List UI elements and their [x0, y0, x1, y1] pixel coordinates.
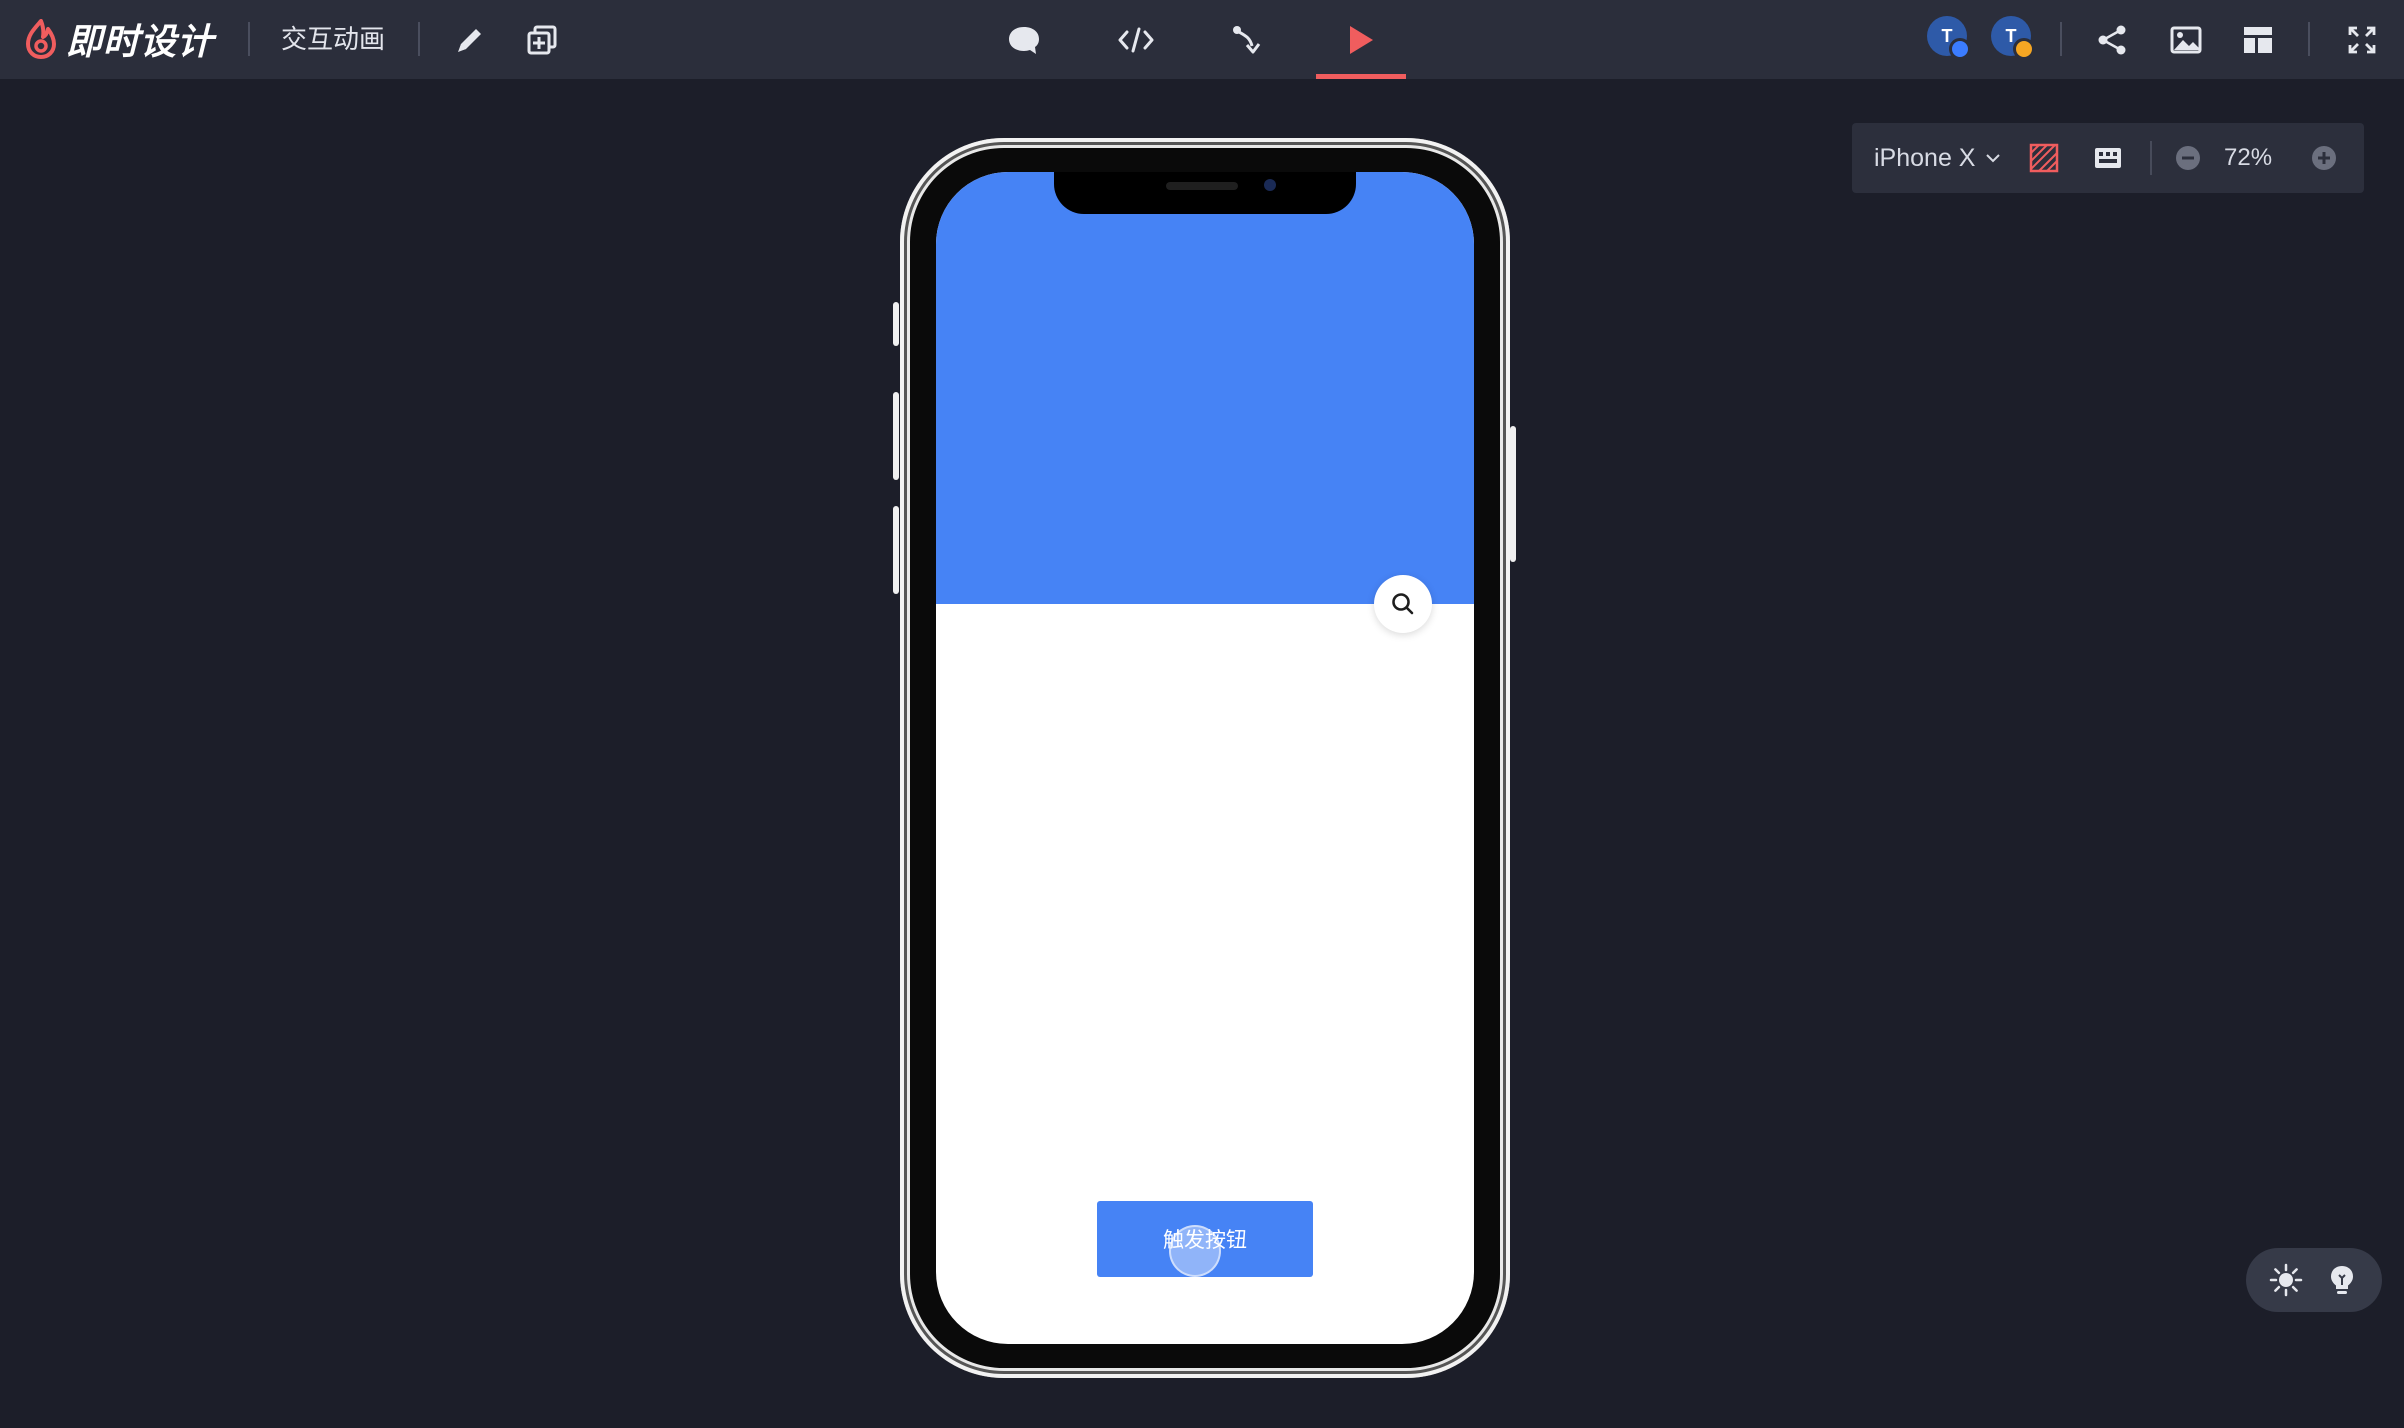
lightbulb-icon	[2331, 1266, 2353, 1294]
divider	[248, 22, 250, 56]
layout-icon	[2244, 27, 2272, 53]
online-status-dot	[1949, 38, 1971, 60]
tab-prototype[interactable]	[1224, 16, 1272, 64]
theme-toggle-button[interactable]	[2266, 1260, 2306, 1300]
divider	[2060, 22, 2062, 56]
touch-indicator	[1169, 1225, 1221, 1277]
online-status-dot	[2013, 38, 2035, 60]
bottom-right-toolbar	[2246, 1248, 2382, 1312]
tab-comment[interactable]	[1000, 16, 1048, 64]
tab-play[interactable]	[1336, 16, 1384, 64]
hotspot-toggle-button[interactable]	[2024, 138, 2064, 178]
divider	[2150, 141, 2152, 175]
search-icon	[1392, 593, 1414, 615]
prototype-link-icon	[1233, 26, 1261, 54]
tips-button[interactable]	[2322, 1260, 2362, 1300]
divider	[418, 22, 420, 56]
device-toolbar: iPhone X 72%	[1852, 123, 2364, 193]
phone-camera	[1264, 179, 1276, 191]
phone-volume-down-button	[893, 506, 899, 594]
play-icon	[1350, 26, 1373, 54]
sun-icon	[2269, 1263, 2303, 1297]
iphone-device-frame: 触发按钮	[900, 138, 1510, 1378]
plus-circle-icon	[2312, 146, 2336, 170]
zoom-in-button[interactable]	[2304, 138, 2344, 178]
divider	[2308, 22, 2310, 56]
brand-name: 即时设计	[66, 21, 215, 62]
zoom-out-button[interactable]	[2168, 138, 2208, 178]
avatar[interactable]: T	[1927, 16, 1971, 60]
pencil-tool-button[interactable]	[446, 16, 494, 64]
phone-mute-switch	[893, 302, 899, 346]
phone-power-button	[1510, 426, 1516, 562]
keyboard-icon	[2095, 148, 2121, 168]
fullscreen-icon	[2348, 26, 2376, 54]
add-frame-button[interactable]	[518, 16, 566, 64]
minus-circle-icon	[2176, 146, 2200, 170]
code-icon	[1118, 27, 1154, 53]
active-tab-indicator	[1316, 74, 1406, 79]
device-frame-toggle-button[interactable]	[2088, 138, 2128, 178]
image-icon	[2170, 26, 2202, 54]
device-name: iPhone X	[1874, 144, 1976, 172]
project-title[interactable]: 交互动画	[281, 22, 385, 56]
tab-code[interactable]	[1112, 16, 1160, 64]
share-button[interactable]	[2088, 16, 2136, 64]
prototype-screen: 触发按钮	[936, 172, 1474, 1344]
share-icon	[2098, 25, 2126, 55]
flame-logo-icon	[26, 19, 56, 59]
hero-banner	[936, 172, 1474, 604]
brand-logo[interactable]: 即时设计	[24, 14, 214, 64]
phone-speaker	[1166, 182, 1238, 190]
fullscreen-button[interactable]	[2338, 16, 2386, 64]
chevron-down-icon	[1986, 154, 2001, 163]
add-frame-icon	[527, 25, 557, 55]
zoom-level: 72%	[2224, 144, 2273, 171]
trigger-button[interactable]: 触发按钮	[1097, 1201, 1313, 1277]
pencil-icon	[458, 29, 481, 52]
search-button[interactable]	[1374, 575, 1432, 633]
hotspot-hatch-icon	[2029, 143, 2059, 173]
layout-button[interactable]	[2234, 16, 2282, 64]
export-image-button[interactable]	[2162, 16, 2210, 64]
device-select[interactable]: iPhone X	[1874, 141, 2003, 175]
phone-volume-up-button	[893, 392, 899, 480]
top-bar: 即时设计 交互动画 T T	[0, 0, 2404, 79]
phone-notch	[1054, 172, 1356, 214]
avatar[interactable]: T	[1991, 16, 2035, 60]
comment-icon	[1009, 27, 1039, 54]
